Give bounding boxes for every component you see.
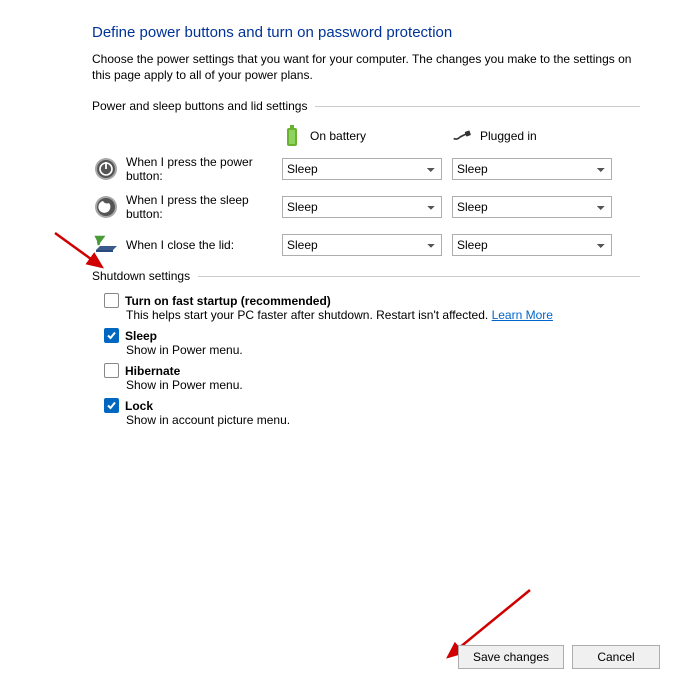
lid-icon bbox=[92, 231, 120, 259]
sleep-button-battery-select[interactable]: Sleep bbox=[282, 196, 442, 218]
power-button-icon bbox=[92, 155, 120, 183]
sleep-button-plugged-select[interactable]: Sleep bbox=[452, 196, 612, 218]
sleep-checkbox[interactable] bbox=[104, 328, 119, 343]
lock-checkbox[interactable] bbox=[104, 398, 119, 413]
lock-desc: Show in account picture menu. bbox=[126, 413, 640, 427]
column-plugged-in: Plugged in bbox=[452, 123, 622, 149]
hibernate-checkbox[interactable] bbox=[104, 363, 119, 378]
hibernate-desc: Show in Power menu. bbox=[126, 378, 640, 392]
fast-startup-checkbox[interactable] bbox=[104, 293, 119, 308]
lid-battery-select[interactable]: Sleep bbox=[282, 234, 442, 256]
sleep-desc: Show in Power menu. bbox=[126, 343, 640, 357]
fast-startup-title: Turn on fast startup (recommended) bbox=[125, 294, 331, 308]
plug-icon bbox=[452, 123, 472, 149]
lid-plugged-select[interactable]: Sleep bbox=[452, 234, 612, 256]
sleep-title: Sleep bbox=[125, 329, 157, 343]
battery-icon bbox=[282, 123, 302, 149]
section-shutdown: Shutdown settings bbox=[92, 269, 640, 283]
section-power-buttons: Power and sleep buttons and lid settings bbox=[92, 99, 640, 113]
lock-title: Lock bbox=[125, 399, 153, 413]
power-button-battery-select[interactable]: Sleep bbox=[282, 158, 442, 180]
power-button-plugged-select[interactable]: Sleep bbox=[452, 158, 612, 180]
cancel-button[interactable]: Cancel bbox=[572, 645, 660, 669]
fast-startup-desc: This helps start your PC faster after sh… bbox=[126, 308, 640, 322]
intro-text: Choose the power settings that you want … bbox=[92, 51, 640, 83]
hibernate-title: Hibernate bbox=[125, 364, 180, 378]
sleep-button-icon bbox=[92, 193, 120, 221]
power-button-label: When I press the power button: bbox=[126, 155, 282, 183]
column-on-battery: On battery bbox=[282, 123, 452, 149]
learn-more-link[interactable]: Learn More bbox=[492, 308, 553, 322]
save-changes-button[interactable]: Save changes bbox=[458, 645, 564, 669]
page-title: Define power buttons and turn on passwor… bbox=[92, 24, 640, 41]
lid-label: When I close the lid: bbox=[126, 238, 282, 252]
sleep-button-label: When I press the sleep button: bbox=[126, 193, 282, 221]
